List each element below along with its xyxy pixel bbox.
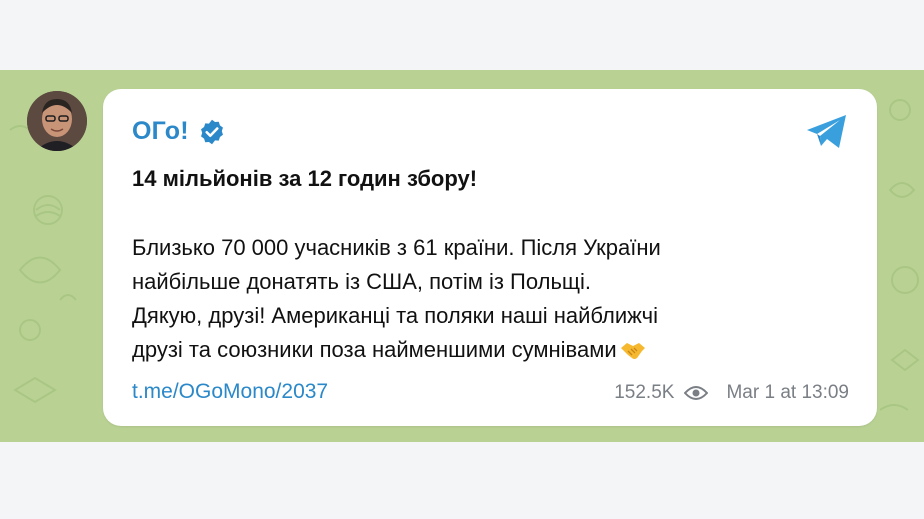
- message-body: Близько 70 000 учасників з 61 країни. Пі…: [132, 231, 852, 367]
- handshake-emoji: [620, 343, 645, 359]
- post-link[interactable]: t.me/OGoMono/2037: [132, 380, 328, 404]
- verified-badge-icon: [200, 119, 223, 144]
- telegram-plane-icon: [807, 115, 846, 148]
- avatar-portrait: [27, 91, 87, 151]
- message-header: ОГо!: [132, 117, 226, 146]
- channel-avatar[interactable]: [27, 91, 87, 151]
- message-headline: 14 мільйонів за 12 годин збору!: [132, 166, 478, 191]
- eye-icon: [684, 386, 709, 400]
- message-footer: t.me/OGoMono/2037 152.5K Mar 1 at 13:09: [132, 380, 849, 410]
- message-meta: 152.5K Mar 1 at 13:09: [614, 382, 849, 404]
- message-line: Дякую, друзі! Американці та поляки наші …: [132, 303, 658, 328]
- channel-name[interactable]: ОГо!: [132, 117, 189, 146]
- message-line: друзі та союзники поза найменшими сумнів…: [132, 337, 617, 362]
- message-card: ОГо! 14 мільйонів за 12 годин збору! Бли…: [103, 89, 877, 426]
- post-date: Mar 1 at 13:09: [726, 382, 849, 403]
- chat-background: ОГо! 14 мільйонів за 12 годин збору! Бли…: [0, 70, 924, 442]
- message-line: найбільше донатять із США, потім із Поль…: [132, 269, 592, 294]
- message-line-with-emoji: друзі та союзники поза найменшими сумнів…: [132, 333, 852, 367]
- message-line: Близько 70 000 учасників з 61 країни. Пі…: [132, 235, 661, 260]
- view-count: 152.5K: [614, 382, 675, 403]
